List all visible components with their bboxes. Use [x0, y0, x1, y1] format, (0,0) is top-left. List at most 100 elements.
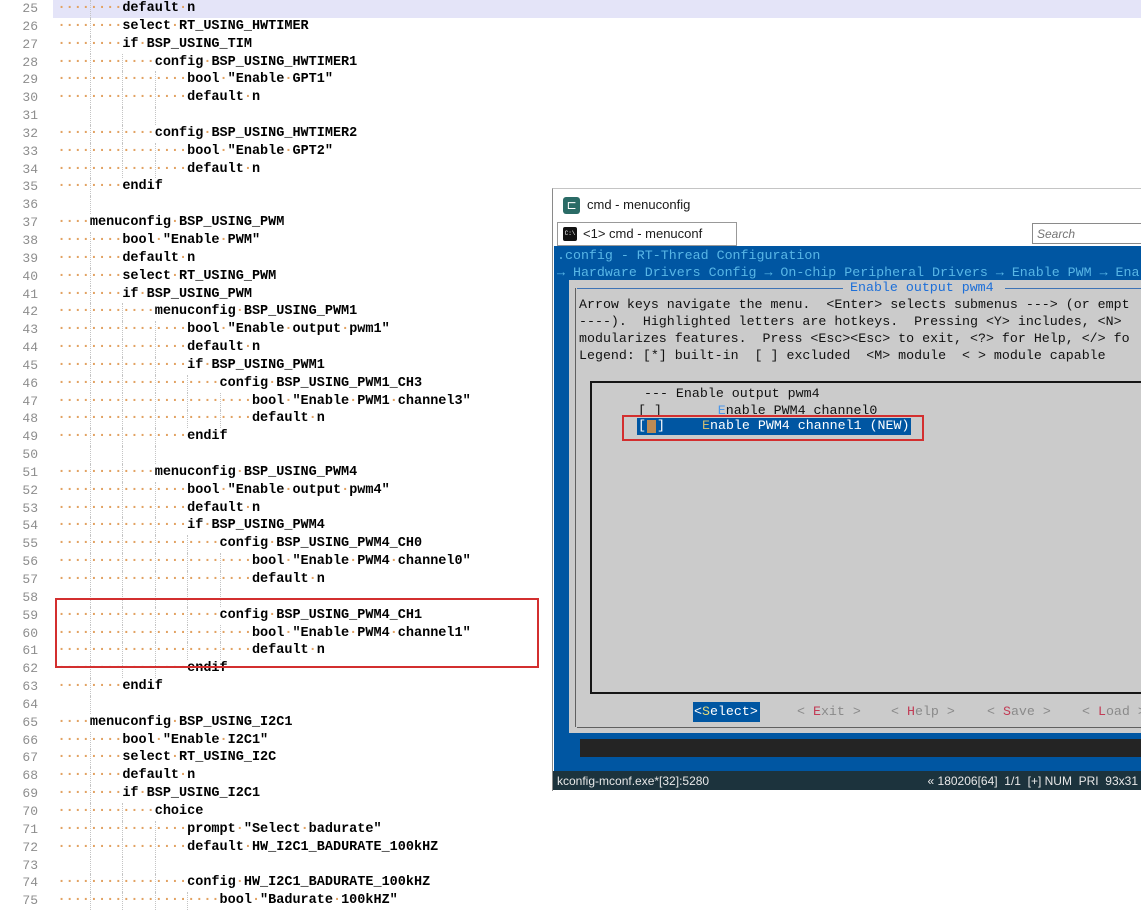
console-dark-area: [580, 739, 1141, 757]
save-button[interactable]: < Save >: [987, 704, 1051, 719]
code-text: ················config·HW_I2C1_BADURATE_…: [58, 874, 431, 892]
line-number: 30: [0, 89, 38, 107]
code-text: ····················config·BSP_USING_PWM…: [58, 535, 423, 553]
indent-guide: [90, 589, 91, 607]
select-button[interactable]: <Select>: [694, 704, 758, 719]
help-button[interactable]: < Help >: [891, 704, 955, 719]
code-line-70[interactable]: 70············choice: [0, 803, 1141, 821]
exit-button[interactable]: < Exit >: [797, 704, 861, 719]
menu-item[interactable]: [ ] Enable PWM4 channel0: [638, 403, 877, 418]
line-number: 27: [0, 36, 38, 54]
search-input[interactable]: [1032, 223, 1141, 244]
code-text: ············menuconfig·BSP_USING_PWM4: [58, 464, 358, 482]
load-button[interactable]: < Load >: [1082, 704, 1141, 719]
dialog-title: Enable output pwm4: [850, 280, 994, 295]
code-line-71[interactable]: 71················prompt·"Select·badurat…: [0, 821, 1141, 839]
code-text: ························bool·"Enable·PWM…: [58, 625, 471, 643]
code-text: ····················config·BSP_USING_PWM…: [58, 375, 423, 393]
code-text: ········default·n: [58, 250, 196, 268]
indent-guide: [90, 696, 91, 714]
line-number: 49: [0, 428, 38, 446]
help-text-line: modularizes features. Press <Esc><Esc> t…: [579, 331, 1130, 346]
line-number: 48: [0, 410, 38, 428]
line-number: 55: [0, 535, 38, 553]
code-line-33[interactable]: 33················bool·"Enable·GPT2": [0, 143, 1141, 161]
code-text: ················endif: [58, 660, 228, 678]
window-titlebar[interactable]: ⊏ cmd - menuconfig: [553, 189, 1141, 222]
code-line-28[interactable]: 28 ············config·BSP_USING_HWTIMER1: [0, 54, 1141, 72]
line-number: 26: [0, 18, 38, 36]
code-text: ········bool·"Enable·PWM": [58, 232, 261, 250]
indent-guide: [155, 857, 156, 875]
code-text: ················bool·"Enable·output·pwm4…: [58, 482, 390, 500]
indent-guide: [155, 446, 156, 464]
code-line-30[interactable]: 30················default·n: [0, 89, 1141, 107]
cmd-window: ⊏ cmd - menuconfig C:\ <1> cmd - menucon…: [552, 188, 1141, 791]
line-number: 31: [0, 107, 38, 125]
code-line-29[interactable]: 29················bool·"Enable·GPT1": [0, 71, 1141, 89]
code-text: ················default·n: [58, 161, 261, 179]
indent-guide: [155, 589, 156, 607]
code-text: ························bool·"Enable·PWM…: [58, 553, 471, 571]
line-number: 54: [0, 517, 38, 535]
help-text-line: ----). Highlighted letters are hotkeys. …: [579, 314, 1122, 329]
statusbar-info: « 180206[64] 1/1 [+] NUM PRI 93x31: [928, 774, 1138, 788]
line-number: 44: [0, 339, 38, 357]
dialog-border-line: [1005, 288, 1141, 289]
code-text: ················default·n: [58, 339, 261, 357]
dialog-border-line: [577, 288, 843, 289]
tab-label: <1> cmd - menuconf: [583, 226, 702, 241]
line-number: 64: [0, 696, 38, 714]
line-number: 66: [0, 732, 38, 750]
checkbox[interactable]: [: [638, 418, 646, 433]
line-number: 56: [0, 553, 38, 571]
code-text: ············menuconfig·BSP_USING_PWM1: [58, 303, 358, 321]
indent-guide: [220, 589, 221, 607]
line-number: 73: [0, 857, 38, 875]
code-text: ····menuconfig·BSP_USING_PWM: [58, 214, 285, 232]
code-line-25[interactable]: 25········default·n: [0, 0, 1141, 18]
menu-item-selected[interactable]: []Enable PWM4 channel1 (NEW): [637, 418, 911, 435]
code-line-27[interactable]: 27········if·BSP_USING_TIM: [0, 36, 1141, 54]
code-text: ················default·HW_I2C1_BADURATE…: [58, 839, 439, 857]
line-number: 75: [0, 892, 38, 910]
line-number: 70: [0, 803, 38, 821]
line-number: 67: [0, 749, 38, 767]
line-number: 59: [0, 607, 38, 625]
line-number: 35: [0, 178, 38, 196]
tab-bar: C:\ <1> cmd - menuconf: [553, 222, 1141, 246]
menu-caption: --- Enable output pwm4: [644, 386, 820, 401]
line-number: 36: [0, 196, 38, 214]
line-number: 60: [0, 625, 38, 643]
checkbox[interactable]: ]: [657, 418, 665, 433]
code-text: ················if·BSP_USING_PWM1: [58, 357, 325, 375]
code-text: ············config·BSP_USING_HWTIMER1: [58, 54, 358, 72]
config-header: .config - RT-Thread Configuration: [557, 248, 820, 263]
indent-guide: [122, 107, 123, 125]
dialog-border-line: [575, 288, 576, 727]
help-text-line: Arrow keys navigate the menu. <Enter> se…: [579, 297, 1130, 312]
line-number: 68: [0, 767, 38, 785]
line-number: 40: [0, 268, 38, 286]
indent-guide: [90, 446, 91, 464]
code-text: ········select·RT_USING_HWTIMER: [58, 18, 309, 36]
code-line-75[interactable]: 75····················bool·"Badurate·100…: [0, 892, 1141, 910]
line-number: 65: [0, 714, 38, 732]
line-number: 45: [0, 357, 38, 375]
code-line-74[interactable]: 74················config·HW_I2C1_BADURAT…: [0, 874, 1141, 892]
code-line-73[interactable]: 73: [0, 857, 1141, 875]
code-line-26[interactable]: 26 ········select·RT_USING_HWTIMER: [0, 18, 1141, 36]
code-line-72[interactable]: 72················default·HW_I2C1_BADURA…: [0, 839, 1141, 857]
code-line-34[interactable]: 34················default·n: [0, 161, 1141, 179]
tab-cmd-menuconf[interactable]: C:\ <1> cmd - menuconf: [557, 222, 737, 246]
code-text: ········default·n: [58, 767, 196, 785]
indent-guide: [155, 107, 156, 125]
indent-guide: [90, 107, 91, 125]
code-line-32[interactable]: 32············config·BSP_USING_HWTIMER2: [0, 125, 1141, 143]
indent-guide: [122, 446, 123, 464]
console-area[interactable]: .config - RT-Thread Configuration → Hard…: [554, 246, 1141, 771]
code-line-31[interactable]: 31: [0, 107, 1141, 125]
line-number: 53: [0, 500, 38, 518]
line-number: 28: [0, 54, 38, 72]
line-number: 62: [0, 660, 38, 678]
